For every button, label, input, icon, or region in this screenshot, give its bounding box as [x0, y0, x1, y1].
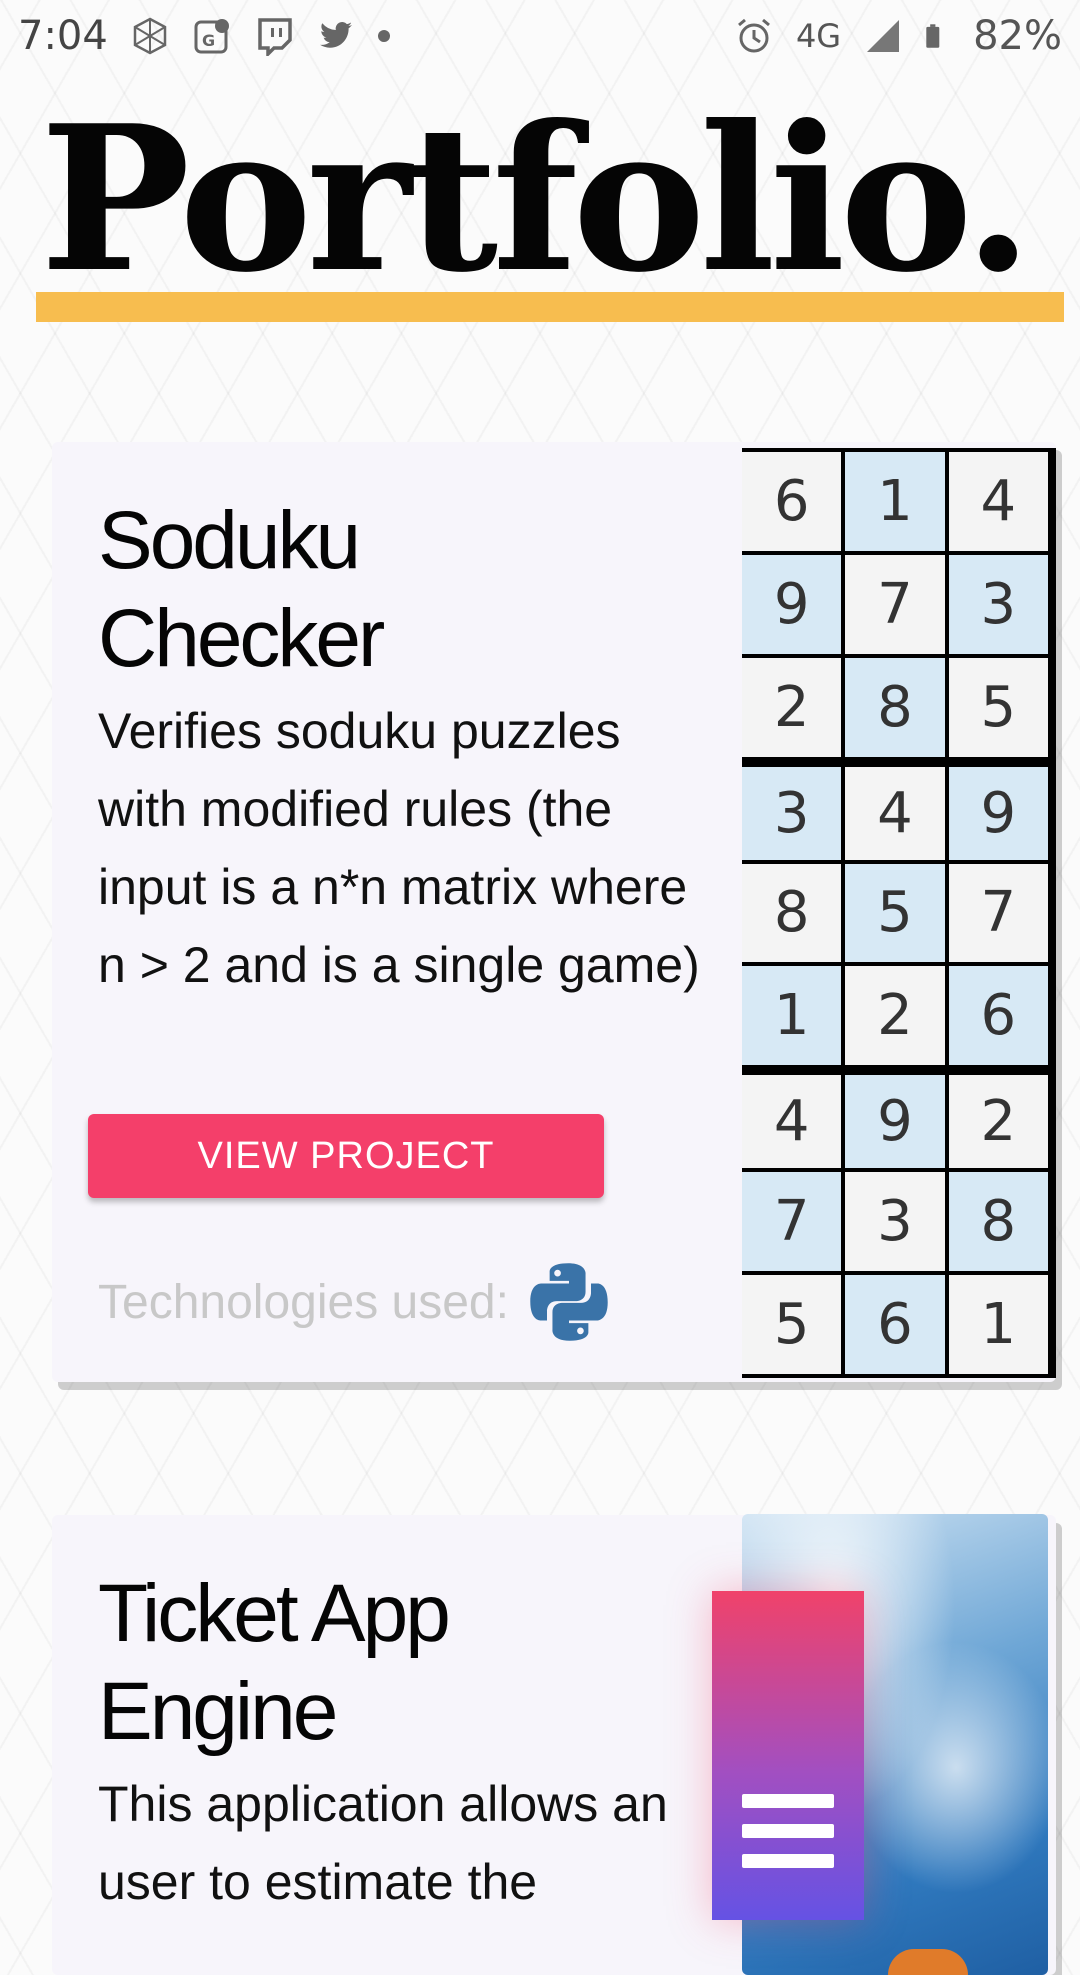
- project-title: Soduku Checker: [98, 492, 718, 688]
- project-title: Ticket App Engine: [98, 1565, 718, 1761]
- python-icon: [530, 1263, 608, 1341]
- sudoku-cell: 1: [742, 966, 842, 1066]
- svg-text:G: G: [202, 31, 215, 50]
- status-time: 7:04: [18, 13, 108, 59]
- project-card-body: Ticket App Engine This application allow…: [98, 1515, 718, 1921]
- sudoku-cell: 7: [845, 554, 945, 654]
- status-bar: 7:04 G 4G 82%: [0, 0, 1080, 72]
- alarm-icon: [737, 18, 770, 53]
- sudoku-cell: 9: [845, 1069, 945, 1169]
- sudoku-grid: 614973285349857126492738561: [742, 448, 1048, 1378]
- sudoku-cell: 4: [845, 760, 945, 860]
- twitch-icon: [258, 18, 292, 56]
- project-description: Verifies soduku puzzles with modified ru…: [98, 703, 700, 993]
- network-graph-icon: [133, 17, 167, 55]
- technologies-label: Technologies used:: [98, 1275, 509, 1329]
- sudoku-cell: 6: [742, 452, 842, 551]
- sudoku-cell: 2: [742, 657, 842, 757]
- twitter-icon: [319, 22, 352, 48]
- project-title-line2: Engine: [98, 1666, 338, 1757]
- signal-icon: [867, 20, 900, 52]
- sudoku-cell: 8: [742, 863, 842, 963]
- sudoku-cell: 3: [845, 1172, 945, 1272]
- sudoku-cell: 5: [948, 657, 1048, 757]
- technologies-row: Technologies used:: [98, 1258, 613, 1346]
- sudoku-cell: 3: [948, 554, 1048, 654]
- sudoku-cell: 9: [948, 760, 1048, 860]
- view-project-button[interactable]: VIEW PROJECT: [88, 1114, 604, 1198]
- battery-percentage: 82%: [973, 13, 1062, 59]
- status-bar-left: 7:04 G: [18, 13, 390, 59]
- project-description: This application allows an user to estim…: [98, 1776, 668, 1910]
- project-card-ticket-app-engine: Ticket App Engine This application allow…: [52, 1514, 1056, 1975]
- sudoku-cell: 6: [845, 1275, 945, 1374]
- google-maps-icon: G: [194, 19, 229, 54]
- network-type: 4G: [795, 17, 842, 55]
- project-card-soduku-checker: Soduku Checker Verifies soduku puzzles w…: [52, 442, 1056, 1382]
- project-title-line2: Checker: [98, 593, 385, 684]
- sudoku-cell: 2: [845, 966, 945, 1066]
- project-card-body: Soduku Checker Verifies soduku puzzles w…: [98, 442, 718, 1004]
- sudoku-cell: 4: [948, 452, 1048, 551]
- sudoku-cell: 6: [948, 966, 1048, 1066]
- project-title-line1: Ticket App: [98, 1568, 451, 1659]
- sudoku-cell: 1: [948, 1275, 1048, 1374]
- sudoku-cell: 7: [948, 863, 1048, 963]
- sudoku-cell: 8: [948, 1172, 1048, 1272]
- sudoku-cell: 2: [948, 1069, 1048, 1169]
- page-header: Portfolio.: [36, 100, 1064, 330]
- sudoku-image: 614973285349857126492738561: [742, 448, 1056, 1378]
- sudoku-cell: 5: [742, 1275, 842, 1374]
- sudoku-cell: 4: [742, 1069, 842, 1169]
- notification-dot-icon: [377, 30, 390, 42]
- sudoku-cell: 1: [845, 452, 945, 551]
- sudoku-cell: 8: [845, 657, 945, 757]
- status-bar-right: 4G 82%: [734, 13, 1062, 59]
- airplane-tail-graphic: [888, 1949, 968, 1975]
- sudoku-cell: 9: [742, 554, 842, 654]
- sudoku-cell: 5: [845, 863, 945, 963]
- sudoku-cell: 3: [742, 760, 842, 860]
- hamburger-menu-button[interactable]: [712, 1591, 864, 1920]
- page-title: Portfolio.: [40, 82, 1033, 317]
- sudoku-cell: 7: [742, 1172, 842, 1272]
- battery-icon: [926, 24, 940, 48]
- project-title-line1: Soduku: [98, 495, 361, 586]
